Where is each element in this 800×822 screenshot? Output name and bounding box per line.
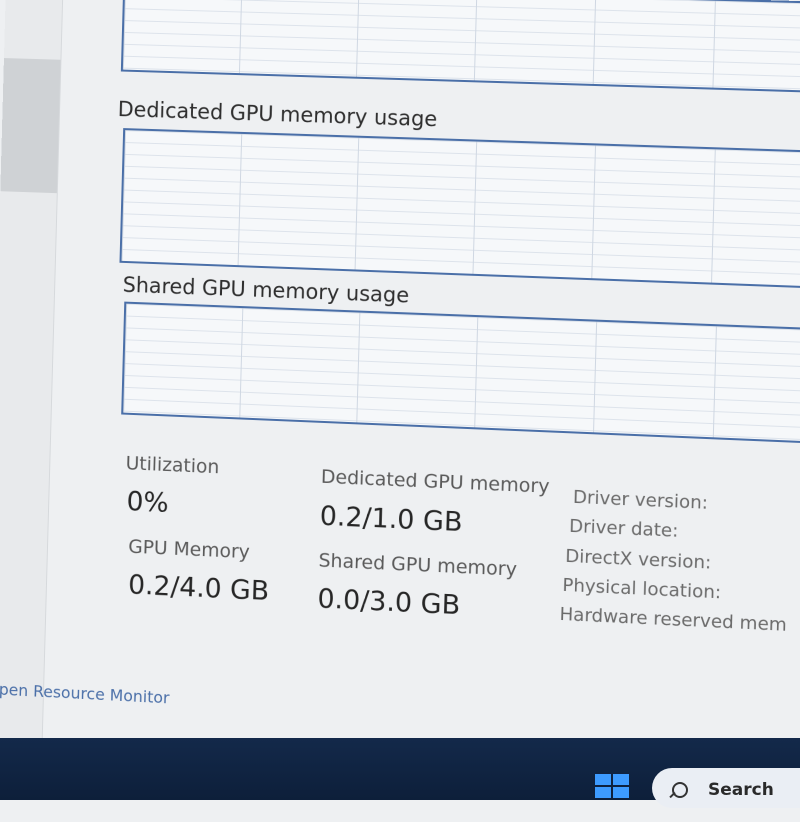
dedicated-memory-value: 0.2/1.0 GB — [319, 501, 463, 538]
gpu-engine-graph — [121, 0, 800, 93]
dedicated-memory-graph-label: Dedicated GPU memory usage — [118, 97, 438, 131]
windows-logo-pane — [613, 774, 629, 785]
gpu-memory-label: GPU Memory — [128, 536, 250, 563]
shared-memory-graph — [121, 302, 800, 444]
shared-memory-value: 0.0/3.0 GB — [317, 583, 461, 621]
windows-logo-pane — [595, 774, 611, 785]
windows-logo-pane — [595, 787, 611, 798]
sidebar — [0, 0, 63, 741]
windows-start-icon[interactable] — [595, 774, 629, 798]
utilization-label: Utilization — [125, 452, 219, 478]
taskbar-search-button[interactable]: Search — [652, 768, 800, 808]
driver-date-label: Driver date: — [569, 516, 679, 542]
dedicated-memory-label: Dedicated GPU memory — [321, 466, 550, 498]
shared-memory-label: Shared GPU memory — [318, 549, 517, 580]
search-label: Search — [708, 780, 774, 800]
directx-version-label: DirectX version: — [565, 546, 712, 574]
search-icon — [672, 782, 688, 798]
gpu-memory-value: 0.2/4.0 GB — [128, 569, 270, 606]
windows-logo-pane — [613, 787, 629, 798]
physical-location-label: Physical location: — [562, 575, 721, 604]
hardware-reserved-label: Hardware reserved mem — [559, 604, 787, 636]
driver-version-label: Driver version: — [573, 487, 709, 514]
sidebar-selected-item[interactable] — [0, 58, 60, 193]
utilization-value: 0% — [126, 486, 169, 519]
taskbar: Search — [0, 738, 800, 800]
task-manager-gpu-panel: Dedicated GPU memory usage Shared GPU me… — [0, 0, 800, 821]
dedicated-memory-graph — [119, 128, 800, 288]
